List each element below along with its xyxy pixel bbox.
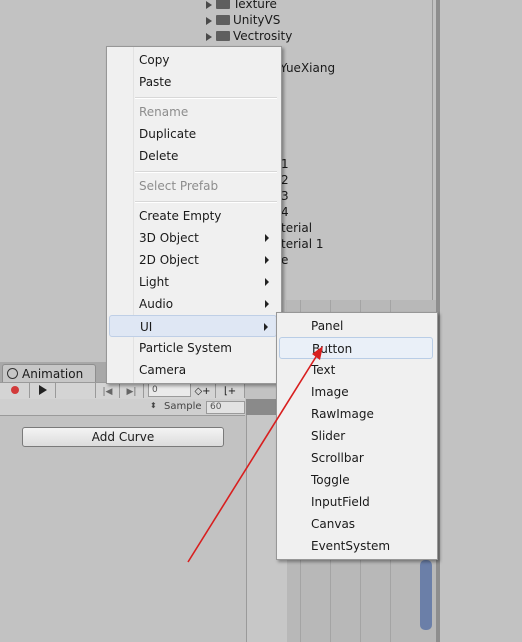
- menu-separator: [135, 201, 277, 203]
- tab-animation[interactable]: Animation: [2, 364, 96, 382]
- next-keyframe-icon: ▶|: [126, 387, 137, 397]
- menu-item-2d-object[interactable]: 2D Object: [109, 249, 277, 271]
- menu-separator: [135, 97, 277, 99]
- submenu-arrow-icon: [265, 278, 269, 286]
- submenu-item-inputfield[interactable]: InputField: [279, 491, 433, 513]
- menu-item-3d-object[interactable]: 3D Object: [109, 227, 277, 249]
- menu-item-ui[interactable]: UI: [109, 315, 277, 337]
- menu-item-delete[interactable]: Delete: [109, 145, 277, 167]
- project-item-partial[interactable]: 4: [281, 204, 289, 220]
- menu-item-copy[interactable]: Copy: [109, 49, 277, 71]
- menu-item-label: 2D Object: [139, 253, 199, 267]
- expand-arrow-icon[interactable]: [206, 0, 212, 9]
- next-keyframe-button[interactable]: ▶|: [120, 382, 144, 398]
- add-event-icon: ⌊+: [223, 386, 237, 397]
- project-item-partial[interactable]: 2: [281, 172, 289, 188]
- prev-keyframe-button[interactable]: |◀: [96, 382, 120, 398]
- project-item-partial[interactable]: YueXiang: [280, 60, 335, 76]
- menu-item-rename: Rename: [139, 105, 189, 119]
- menu-item-label: 3D Object: [139, 231, 199, 245]
- stepper-icon[interactable]: ⬍: [150, 401, 157, 410]
- project-item-partial[interactable]: terial 1: [281, 236, 324, 252]
- submenu-arrow-icon: [265, 234, 269, 242]
- menu-item-label: Light: [139, 275, 169, 289]
- menu-item-label: Audio: [139, 297, 174, 311]
- record-icon: [10, 386, 19, 394]
- project-item-partial[interactable]: 3: [281, 188, 289, 204]
- submenu-arrow-icon: [264, 323, 268, 331]
- add-event-button[interactable]: ⌊+: [216, 382, 245, 398]
- submenu-item-image[interactable]: Image: [279, 381, 433, 403]
- toolbar-spacer: [56, 382, 96, 398]
- submenu-item-canvas[interactable]: Canvas: [279, 513, 433, 535]
- tab-label: Animation: [22, 367, 84, 381]
- menu-item-paste[interactable]: Paste: [109, 71, 277, 93]
- prev-keyframe-icon: |◀: [102, 387, 113, 397]
- expand-arrow-icon[interactable]: [206, 32, 212, 41]
- submenu-arrow-icon: [265, 256, 269, 264]
- menu-item-select-prefab: Select Prefab: [139, 179, 219, 193]
- timeline-header[interactable]: [246, 399, 276, 415]
- menu-item-duplicate[interactable]: Duplicate: [109, 123, 277, 145]
- play-button[interactable]: [30, 382, 56, 398]
- project-item-partial[interactable]: terial: [281, 220, 312, 236]
- submenu-item-scrollbar[interactable]: Scrollbar: [279, 447, 433, 469]
- menu-item-particle-system[interactable]: Particle System: [109, 337, 277, 359]
- project-item-partial[interactable]: 1: [281, 156, 289, 172]
- submenu-item-slider[interactable]: Slider: [279, 425, 433, 447]
- project-item-partial[interactable]: e: [281, 252, 288, 268]
- submenu-item-panel[interactable]: Panel: [279, 315, 433, 337]
- project-folder-row[interactable]: Vectrosity: [206, 28, 292, 44]
- folder-icon: [216, 0, 230, 9]
- submenu-item-rawimage[interactable]: RawImage: [279, 403, 433, 425]
- folder-label: Texture: [233, 0, 277, 11]
- menu-item-camera[interactable]: Camera: [109, 359, 277, 381]
- submenu-item-button[interactable]: Button: [279, 337, 433, 359]
- folder-icon: [216, 14, 230, 25]
- menu-item-create-empty[interactable]: Create Empty: [109, 205, 277, 227]
- record-button[interactable]: [0, 382, 30, 398]
- folder-icon: [216, 30, 230, 41]
- project-folder-row[interactable]: UnityVS: [206, 12, 280, 28]
- scrollbar-thumb[interactable]: [420, 560, 432, 630]
- add-keyframe-button[interactable]: ◇+: [190, 382, 216, 398]
- project-folder-row[interactable]: Texture: [206, 0, 277, 12]
- add-keyframe-icon: ◇+: [194, 386, 211, 397]
- expand-arrow-icon[interactable]: [206, 16, 212, 25]
- submenu-item-eventsystem[interactable]: EventSystem: [279, 535, 433, 557]
- add-curve-button[interactable]: Add Curve: [22, 427, 224, 447]
- submenu-item-text[interactable]: Text: [279, 359, 433, 381]
- context-menu: Copy Paste Rename Duplicate Delete Selec…: [106, 46, 282, 384]
- sample-rate-field[interactable]: 60: [206, 401, 245, 414]
- submenu-item-toggle[interactable]: Toggle: [279, 469, 433, 491]
- menu-item-label: UI: [140, 320, 153, 334]
- play-icon: [38, 385, 47, 395]
- folder-label: UnityVS: [233, 13, 281, 27]
- submenu-arrow-icon: [265, 300, 269, 308]
- menu-item-audio[interactable]: Audio: [109, 293, 277, 315]
- menu-separator: [135, 171, 277, 173]
- ui-submenu: Panel Button Text Image RawImage Slider …: [276, 312, 438, 560]
- menu-item-light[interactable]: Light: [109, 271, 277, 293]
- sample-label: Sample: [164, 401, 202, 412]
- clock-icon: [7, 368, 18, 379]
- folder-label: Vectrosity: [233, 29, 293, 43]
- frame-field[interactable]: 0: [148, 383, 191, 397]
- curve-list: [0, 416, 245, 642]
- project-preview-area: [432, 0, 522, 300]
